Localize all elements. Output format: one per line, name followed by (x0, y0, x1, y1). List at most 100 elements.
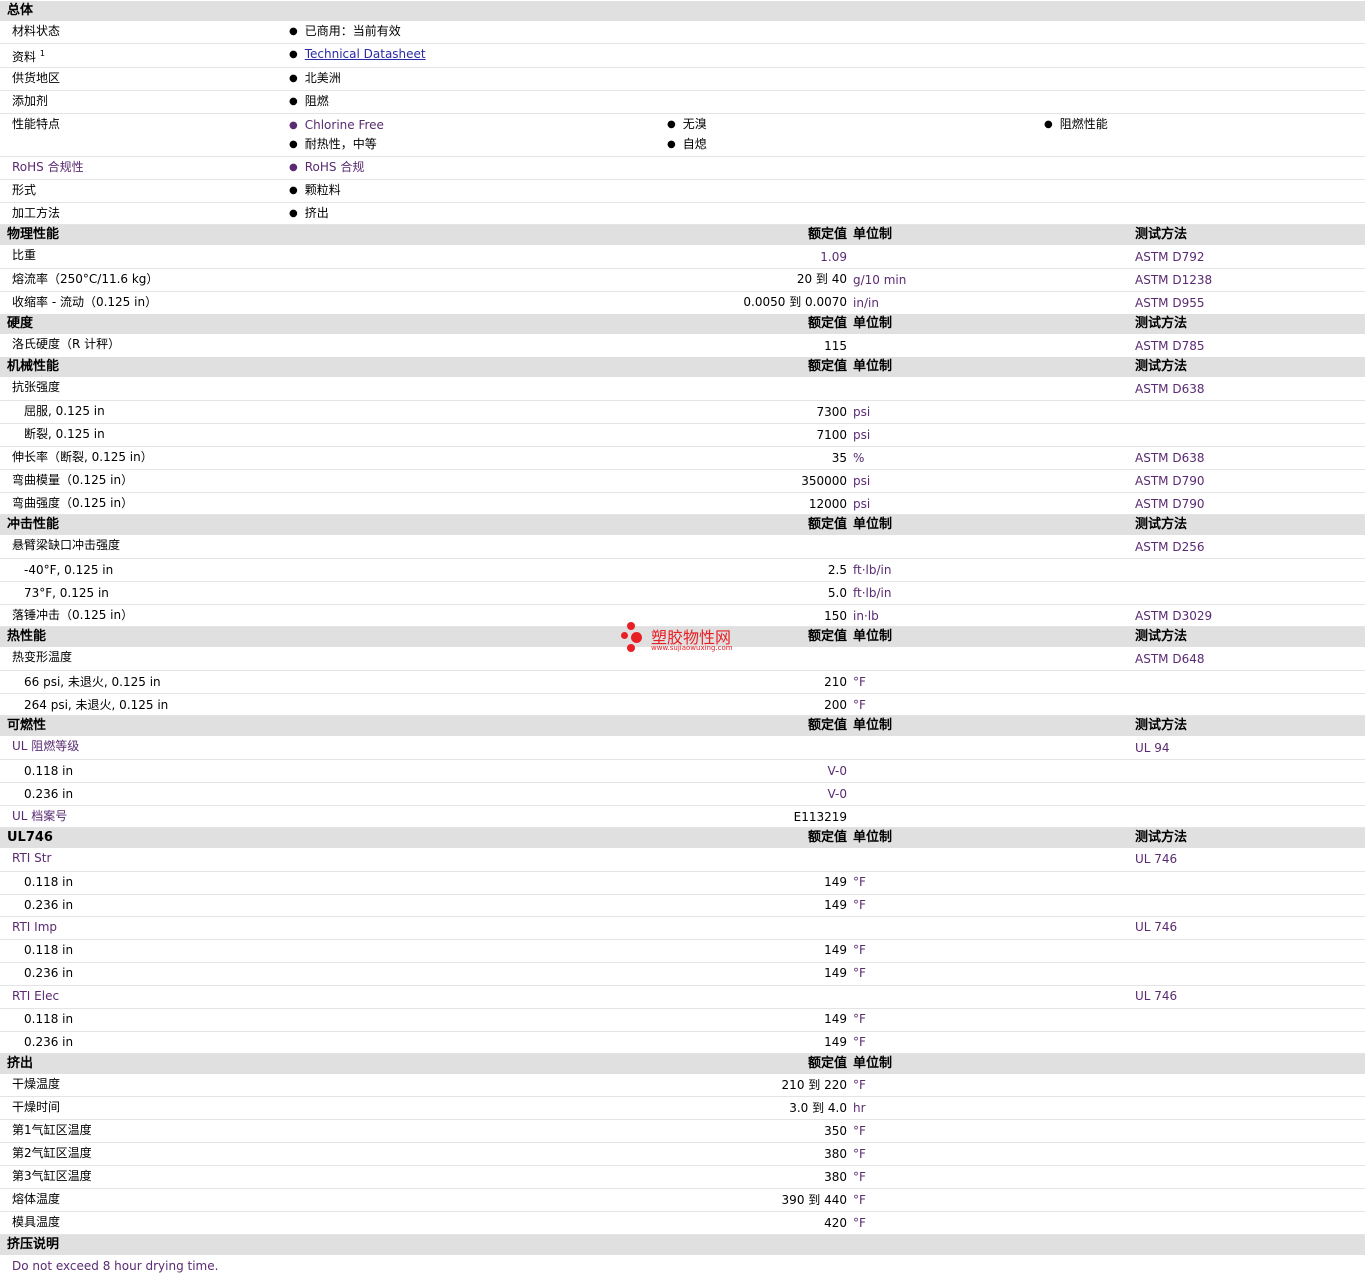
feature-item: 耐热性，中等 (289, 134, 377, 156)
label: 第1气缸区温度 (12, 1123, 92, 1137)
method: ASTM D792 (1135, 250, 1205, 264)
value: 210 (824, 675, 847, 689)
row-ul-file: UL 档案号 E113219 (0, 806, 1365, 828)
section-header-flammability: 可燃性 额定值 单位制 测试方法 (0, 716, 1365, 736)
label: 性能特点 (12, 117, 61, 131)
col-value-header: 额定值 (807, 718, 847, 733)
row-notes: Do not exceed 8 hour drying time. (0, 1255, 1365, 1278)
section-title: UL746 (7, 830, 53, 845)
col-unit-header: 单位制 (853, 629, 893, 644)
row-melt-flow: 熔流率（250°C/11.6 kg） 20 到 40 g/10 min ASTM… (0, 269, 1365, 292)
notes-text: Do not exceed 8 hour drying time. (12, 1259, 219, 1273)
value: 115 (824, 339, 847, 353)
label: 第3气缸区温度 (12, 1169, 92, 1183)
value: 149 (824, 1012, 847, 1026)
technical-datasheet-link[interactable]: Technical Datasheet (305, 47, 426, 61)
method: ASTM D638 (1135, 382, 1205, 396)
unit: °F (853, 966, 866, 980)
label: 断裂, 0.125 in (24, 427, 105, 441)
value: 7100 (816, 428, 847, 442)
value: 210 到 220 (781, 1078, 847, 1092)
label: 模具温度 (12, 1215, 61, 1229)
value: 1.09 (820, 250, 847, 264)
label: 熔流率（250°C/11.6 kg） (12, 272, 159, 286)
label: 加工方法 (12, 206, 61, 220)
method: ASTM D648 (1135, 652, 1205, 666)
unit: °F (853, 1216, 866, 1230)
label: 第2气缸区温度 (12, 1146, 92, 1160)
label: 比重 (12, 248, 37, 262)
section-title: 总体 (7, 3, 34, 18)
unit: °F (853, 675, 866, 689)
value: 已商用：当前有效 (289, 21, 401, 43)
row-rti-elec: RTI Elec UL 746 (0, 986, 1365, 1009)
col-unit-header: 单位制 (853, 227, 893, 242)
row-rockwell: 洛氏硬度（R 计秤） 115 ASTM D785 (0, 334, 1365, 358)
value: 北美洲 (289, 68, 341, 90)
label: 伸长率（断裂, 0.125 in） (12, 450, 153, 464)
row-die-temp: 模具温度 420 °F (0, 1212, 1365, 1235)
label: -40°F, 0.125 in (24, 563, 114, 577)
section-title: 机械性能 (7, 359, 60, 374)
label: UL 阻燃等级 (12, 739, 80, 753)
footnote-marker: 1 (39, 49, 45, 58)
label: 材料状态 (12, 24, 61, 38)
row-rti-str-118: 0.118 in 149 °F (0, 872, 1365, 895)
section-header-physical: 物理性能 额定值 单位制 测试方法 (0, 225, 1365, 245)
row-shrinkage: 收缩率 - 流动（0.125 in） 0.0050 到 0.0070 in/in… (0, 292, 1365, 315)
col-method-header: 测试方法 (1135, 316, 1188, 331)
label: 0.236 in (24, 898, 74, 912)
row-zone2: 第2气缸区温度 380 °F (0, 1143, 1365, 1166)
section-header-impact: 冲击性能 额定值 单位制 测试方法 (0, 515, 1365, 535)
unit: °F (853, 943, 866, 957)
unit: °F (853, 1170, 866, 1184)
col-method-header: 测试方法 (1135, 227, 1188, 242)
row-process: 加工方法 挤出 (0, 203, 1365, 225)
value: 3.0 到 4.0 (789, 1101, 847, 1115)
label: 0.118 in (24, 1012, 74, 1026)
label: 干燥温度 (12, 1077, 61, 1091)
unit: °F (853, 698, 866, 712)
col-unit-header: 单位制 (853, 316, 893, 331)
section-header-hardness: 硬度 额定值 单位制 测试方法 (0, 314, 1365, 334)
label: 0.118 in (24, 875, 74, 889)
label: RTI Elec (12, 989, 60, 1003)
label: RoHS 合规性 (12, 160, 84, 174)
row-rohs: RoHS 合规性 RoHS 合规 (0, 157, 1365, 180)
col-method-header: 测试方法 (1135, 359, 1188, 374)
section-title: 物理性能 (7, 227, 60, 242)
row-documents: 资料 1 Technical Datasheet (0, 44, 1365, 68)
feature-item: 自熄 (667, 134, 707, 156)
label: 供货地区 (12, 71, 61, 85)
col-unit-header: 单位制 (853, 1056, 893, 1071)
section-title: 挤压说明 (7, 1237, 60, 1252)
label: 资料 1 (12, 49, 45, 64)
col-unit-header: 单位制 (853, 359, 893, 374)
unit: in/in (853, 296, 879, 310)
unit: °F (853, 1193, 866, 1207)
label: 0.236 in (24, 787, 74, 801)
label: 0.236 in (24, 1035, 74, 1049)
row-rti-elec-236: 0.236 in 149 °F (0, 1032, 1365, 1054)
row-ul-118: 0.118 in V-0 (0, 760, 1365, 783)
method: ASTM D790 (1135, 497, 1205, 511)
section-header-ul746: UL746 额定值 单位制 测试方法 (0, 828, 1365, 848)
label: 抗张强度 (12, 380, 61, 394)
unit: °F (853, 1147, 866, 1161)
value: 380 (824, 1147, 847, 1161)
section-title: 冲击性能 (7, 517, 60, 532)
unit: °F (853, 875, 866, 889)
section-header-general: 总体 (0, 1, 1365, 21)
unit: % (853, 451, 865, 465)
document-item: Technical Datasheet (289, 44, 426, 66)
method: UL 746 (1135, 989, 1178, 1003)
row-melt-temp: 熔体温度 390 到 440 °F (0, 1189, 1365, 1212)
col-value-header: 额定值 (807, 629, 847, 644)
section-header-extrusion: 挤出 额定值 单位制 (0, 1054, 1365, 1074)
row-rti-imp-236: 0.236 in 149 °F (0, 963, 1365, 986)
row-dry-time: 干燥时间 3.0 到 4.0 hr (0, 1097, 1365, 1120)
label: 弯曲强度（0.125 in） (12, 496, 134, 510)
row-elongation: 伸长率（断裂, 0.125 in） 35 % ASTM D638 (0, 447, 1365, 470)
value: V-0 (827, 764, 847, 778)
label: 0.236 in (24, 966, 74, 980)
